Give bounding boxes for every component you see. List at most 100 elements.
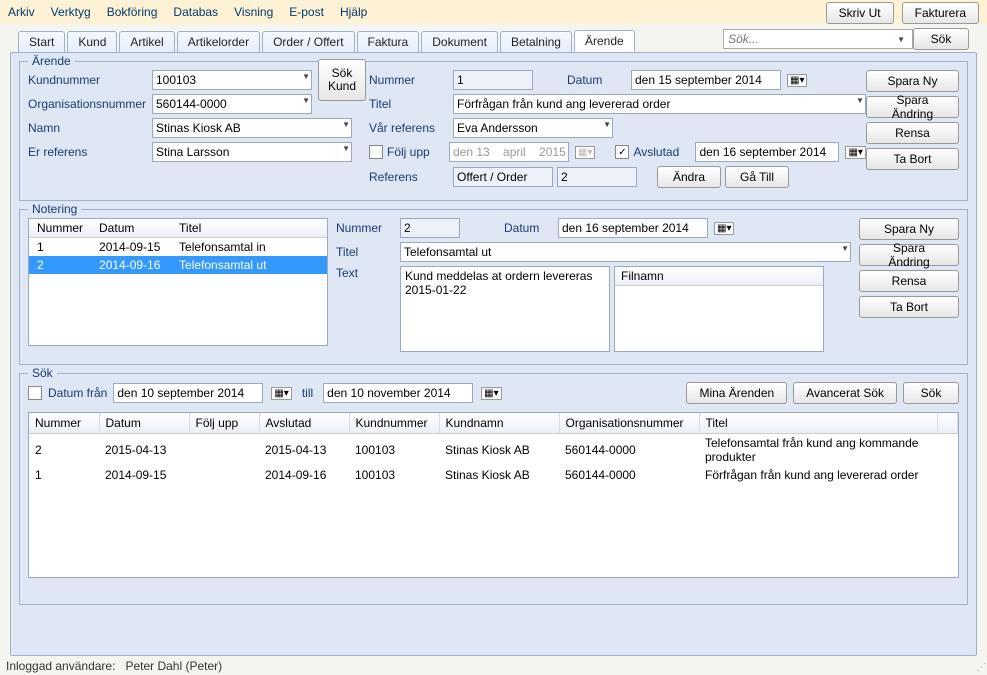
note-rensa-button[interactable]: Rensa [859,270,959,292]
col-avslutad[interactable]: Avslutad [259,413,349,434]
resize-grip-icon[interactable]: ⋰ [976,662,984,673]
note-titel-field[interactable] [400,242,851,262]
menu-visning[interactable]: Visning [234,5,273,19]
tab-arende[interactable]: Ärende [574,30,635,52]
spara-andring-button[interactable]: Spara Ändring [866,96,959,118]
tab-artikel[interactable]: Artikel [119,31,174,52]
datum-label: Datum [567,73,627,87]
menu-bokforing[interactable]: Bokföring [107,5,158,19]
col-orgnr[interactable]: Organisationsnummer [559,413,699,434]
col-kundnummer[interactable]: Kundnummer [349,413,439,434]
tab-artikelorder[interactable]: Artikelorder [177,31,260,52]
sok-button[interactable]: Sök [903,382,959,404]
note-nummer-label: Nummer [336,221,396,235]
note-spara-andring-button[interactable]: Spara Ändring [859,244,959,266]
avslutad-label: Avslutad [633,145,691,159]
calendar-icon[interactable]: ▦▾ [787,74,807,87]
referens-num-field [557,167,637,187]
namn-label: Namn [28,121,148,135]
mina-arenden-button[interactable]: Mina Ärenden [686,382,787,404]
chevron-down-icon[interactable]: ▼ [302,72,310,81]
print-button[interactable]: Skriv Ut [826,2,894,24]
chevron-down-icon[interactable]: ▼ [342,144,350,153]
titel-label: Titel [369,97,449,111]
calendar-icon[interactable]: ▦▾ [481,387,501,400]
calendar-icon[interactable]: ▦▾ [845,146,865,159]
kundnummer-field[interactable] [152,70,312,90]
col-titel[interactable]: Titel [699,413,938,434]
chevron-down-icon[interactable]: ▼ [603,120,611,129]
nummer-label: Nummer [369,73,449,87]
menu-verktyg[interactable]: Verktyg [51,5,91,19]
note-col-datum[interactable]: Datum [91,219,171,238]
note-row[interactable]: 1 2014-09-15 Telefonsamtal in [29,238,327,257]
tab-kund[interactable]: Kund [67,31,117,52]
chevron-down-icon[interactable]: ▼ [841,244,849,253]
calendar-icon[interactable]: ▦▾ [575,146,595,159]
results-table[interactable]: Nummer Datum Följ upp Avslutad Kundnumme… [28,412,959,578]
datum-fran-label: Datum från [48,386,107,400]
datum-field[interactable] [631,70,781,90]
foljupp-date[interactable] [449,142,569,162]
status-user: Peter Dahl (Peter) [125,659,222,673]
global-search-button[interactable]: Sök [913,28,969,50]
note-text-label: Text [336,266,396,280]
chevron-down-icon[interactable]: ▼ [856,96,864,105]
menu-epost[interactable]: E-post [289,5,324,19]
titel-field[interactable] [453,94,866,114]
note-spara-ny-button[interactable]: Spara Ny [859,218,959,240]
col-nummer[interactable]: Nummer [29,413,99,434]
col-kundnamn[interactable]: Kundnamn [439,413,559,434]
andra-button[interactable]: Ändra [657,166,721,188]
varref-label: Vår referens [369,121,449,135]
chevron-down-icon[interactable]: ▼ [342,120,350,129]
varref-field[interactable] [453,118,613,138]
spara-ny-button[interactable]: Spara Ny [866,70,959,92]
tab-dokument[interactable]: Dokument [421,31,498,52]
till-label: till [302,386,313,400]
namn-field[interactable] [152,118,352,138]
file-box[interactable]: Filnamn [614,266,824,352]
result-row[interactable]: 1 2014-09-15 2014-09-16 100103 Stinas Ki… [29,466,958,484]
datum-fran-field[interactable] [113,383,263,403]
global-search-input[interactable] [723,29,913,49]
status-label: Inloggad användare: [6,659,115,673]
note-col-nummer[interactable]: Nummer [29,219,91,238]
datum-till-field[interactable] [323,383,473,403]
chevron-down-icon[interactable]: ▼ [302,96,310,105]
menu-arkiv[interactable]: Arkiv [8,5,35,19]
rensa-button[interactable]: Rensa [866,122,959,144]
result-row[interactable]: 2 2015-04-13 2015-04-13 100103 Stinas Ki… [29,434,958,467]
tab-betalning[interactable]: Betalning [500,31,572,52]
ta-bort-button[interactable]: Ta Bort [866,148,959,170]
calendar-icon[interactable]: ▦▾ [714,222,734,235]
notering-list[interactable]: Nummer Datum Titel 1 2014-09-15 Telefons… [28,218,328,346]
note-col-titel[interactable]: Titel [171,219,327,238]
col-foljupp[interactable]: Följ upp [189,413,259,434]
note-ta-bort-button[interactable]: Ta Bort [859,296,959,318]
erref-label: Er referens [28,145,148,159]
avslutad-checkbox[interactable]: ✓ [615,145,629,159]
foljupp-checkbox[interactable] [369,145,383,159]
orgnr-field[interactable] [152,94,312,114]
tab-order-offert[interactable]: Order / Offert [262,31,354,52]
note-text-field[interactable]: Kund meddelas at ordern levereras 2015-0… [400,266,610,352]
calendar-icon[interactable]: ▦▾ [271,387,291,400]
datum-fran-checkbox[interactable] [28,386,42,400]
menu-hjalp[interactable]: Hjälp [340,5,367,19]
arende-legend: Ärende [28,54,75,68]
avancerat-sok-button[interactable]: Avancerat Sök [793,382,897,404]
erref-field[interactable] [152,142,352,162]
note-row[interactable]: 2 2014-09-16 Telefonsamtal ut [29,256,327,274]
menu-databas[interactable]: Databas [173,5,218,19]
col-datum[interactable]: Datum [99,413,189,434]
invoice-button[interactable]: Fakturera [902,2,979,24]
gatill-button[interactable]: Gå Till [725,166,789,188]
chevron-down-icon[interactable]: ▼ [897,35,905,44]
tab-start[interactable]: Start [18,31,65,52]
note-datum-field[interactable] [558,218,708,238]
sok-kund-button[interactable]: Sök Kund [318,59,366,101]
tabbar: Start Kund Artikel Artikelorder Order / … [0,24,987,52]
avslutad-date[interactable] [695,142,839,162]
tab-faktura[interactable]: Faktura [357,31,420,52]
